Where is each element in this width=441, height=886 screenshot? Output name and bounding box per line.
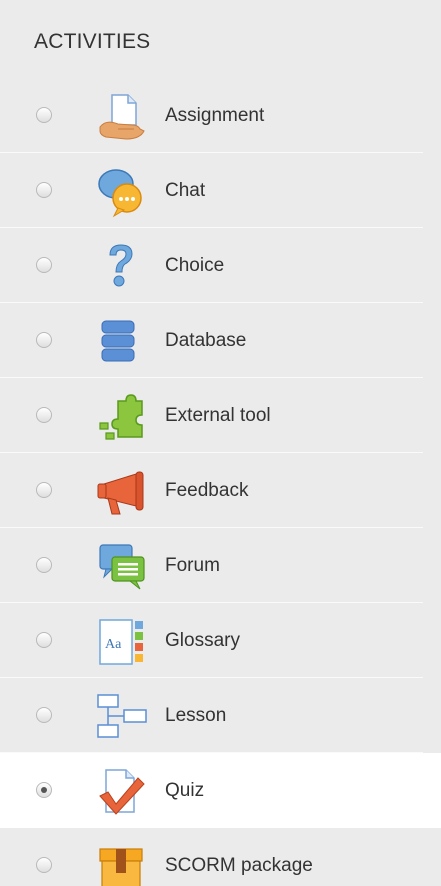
radio-button[interactable] [36,782,52,798]
feedback-icon [96,466,148,518]
radio-button[interactable] [36,632,52,648]
activity-label: Feedback [165,480,249,501]
radio-button[interactable] [36,407,52,423]
activities-heading: ACTIVITIES [34,30,151,53]
activity-label: Quiz [165,780,205,801]
activity-label: Database [165,330,247,351]
activity-label: Forum [165,555,220,576]
activity-option-lesson[interactable]: Lesson [0,678,441,753]
activity-label: Lesson [165,705,227,726]
radio-button[interactable] [36,557,52,573]
activity-label: Assignment [165,105,265,126]
activity-label: Chat [165,180,206,201]
radio-button[interactable] [36,857,52,873]
activity-option-choice[interactable]: Choice [0,228,441,303]
activity-label: Choice [165,255,225,276]
activity-option-database[interactable]: Database [0,303,441,378]
chat-icon [96,166,148,218]
glossary-icon: Aa [96,616,148,668]
radio-button[interactable] [36,107,52,123]
choice-icon [96,241,148,293]
activity-option-glossary[interactable]: Aa Glossary [0,603,441,678]
radio-button[interactable] [36,257,52,273]
activity-chooser-panel: ACTIVITIES Assignment Chat Choice Databa… [0,0,441,886]
database-icon [96,316,148,368]
radio-button[interactable] [36,182,52,198]
radio-button[interactable] [36,482,52,498]
activity-option-assignment[interactable]: Assignment [0,78,441,153]
quiz-icon [96,766,148,818]
external-tool-icon [96,391,148,443]
lesson-icon [96,691,148,743]
activity-option-chat[interactable]: Chat [0,153,441,228]
activity-option-feedback[interactable]: Feedback [0,453,441,528]
activity-option-external-tool[interactable]: External tool [0,378,441,453]
activity-option-forum[interactable]: Forum [0,528,441,603]
scorm-package-icon [96,841,148,886]
svg-text:Aa: Aa [105,637,122,652]
activity-label: External tool [165,405,271,426]
activity-label: Glossary [165,630,240,651]
radio-button[interactable] [36,332,52,348]
assignment-icon [96,91,148,143]
radio-button[interactable] [36,707,52,723]
forum-icon [96,541,148,593]
activity-option-quiz[interactable]: Quiz [0,753,441,828]
activity-option-scorm-package[interactable]: SCORM package [0,828,441,886]
activity-label: SCORM package [165,855,313,876]
